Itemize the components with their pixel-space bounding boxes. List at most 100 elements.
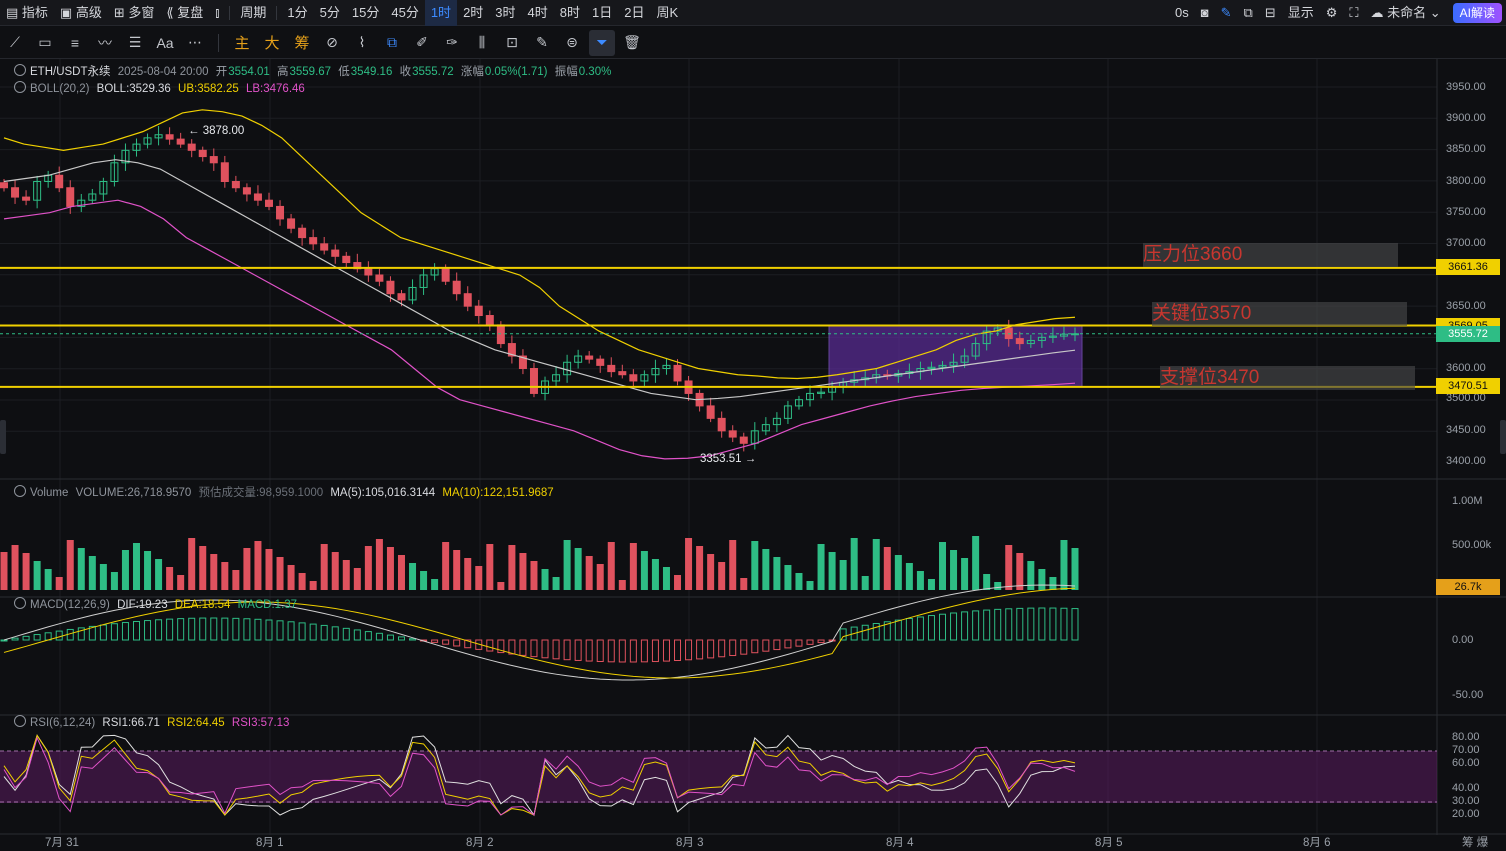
interval-4时[interactable]: 4时 <box>522 0 554 26</box>
chart-type-button[interactable]: ⫾ <box>209 0 225 26</box>
interval-1日[interactable]: 1日 <box>586 0 618 26</box>
macd-bar <box>287 621 295 641</box>
macd-bar <box>232 617 240 641</box>
pen-icon[interactable]: ✎ <box>1215 0 1238 26</box>
trendline-icon[interactable]: ⟋ <box>2 30 28 56</box>
volume-bar <box>1049 577 1057 590</box>
volume-bar <box>817 544 825 590</box>
interval-3时[interactable]: 3时 <box>489 0 521 26</box>
zone-support[interactable]: 支撑位3470 <box>1160 366 1415 390</box>
zone-pressure[interactable]: 压力位3660 <box>1143 243 1398 267</box>
volume-bar <box>88 556 96 590</box>
candle-body <box>22 196 31 201</box>
volume-bar <box>729 540 737 590</box>
eye-icon[interactable] <box>14 597 26 609</box>
candle-body <box>607 364 616 373</box>
popout-icon[interactable]: ⧉ <box>1238 0 1259 26</box>
candle-body <box>176 138 185 145</box>
text-icon[interactable]: Aa <box>152 30 178 56</box>
period-dropdown[interactable]: 周期 <box>234 0 272 26</box>
highlighter-icon[interactable]: ✑ <box>439 30 465 56</box>
settings-icon[interactable]: ⚙ <box>1320 0 1344 26</box>
right-scroll-handle[interactable] <box>1500 420 1506 454</box>
interval-8时[interactable]: 8时 <box>554 0 586 26</box>
multi-window-button[interactable]: ⊞ 多窗 <box>108 0 161 26</box>
macd-dea: DEA:18.54 <box>174 599 231 611</box>
volume-bar <box>342 560 350 590</box>
filter-icon[interactable]: ⏷ <box>589 29 615 56</box>
advanced-button[interactable]: ▣ 高级 <box>54 0 108 26</box>
volume-bar <box>199 546 207 590</box>
macd-bar <box>320 624 328 641</box>
chips-button[interactable]: 筹 <box>289 30 315 56</box>
interval-1时[interactable]: 1时 <box>424 0 458 26</box>
high-value: 3559.67 <box>289 66 332 78</box>
candle-body <box>287 218 296 229</box>
candle-body <box>596 358 605 366</box>
brush-icon[interactable]: ⌇ <box>349 30 375 56</box>
main-chip-button[interactable]: 主 <box>229 30 255 56</box>
volume-bar <box>508 545 516 590</box>
more-icon[interactable]: ⋯ <box>182 30 208 56</box>
rect-icon[interactable]: ▭ <box>32 30 58 56</box>
macd-bar <box>927 615 935 641</box>
interval-15分[interactable]: 15分 <box>346 0 385 26</box>
magnet-icon[interactable]: ⊜ <box>559 30 585 56</box>
camera-icon[interactable]: ◙ <box>1195 0 1215 26</box>
volume-bar <box>386 547 394 590</box>
pencil-icon[interactable]: ✐ <box>409 30 435 56</box>
interval-45分[interactable]: 45分 <box>385 0 424 26</box>
eye-icon[interactable] <box>14 715 26 727</box>
macd-bar <box>121 622 129 641</box>
replay-button[interactable]: ⟪ 复盘 <box>160 0 209 26</box>
volume-bar <box>397 555 405 590</box>
lock-icon[interactable]: ⊡ <box>499 30 525 56</box>
kline-icon[interactable]: ⫼ <box>469 30 495 56</box>
edit-icon[interactable]: ✎ <box>529 30 555 56</box>
candles <box>0 126 1079 452</box>
volume-bar <box>375 539 383 590</box>
eye-icon[interactable] <box>14 64 26 76</box>
eye-icon[interactable] <box>14 485 26 497</box>
measure-icon[interactable]: ⊘ <box>319 30 345 56</box>
macd-bar <box>397 636 405 641</box>
volume-bar <box>276 557 284 590</box>
interval-2时[interactable]: 2时 <box>457 0 489 26</box>
interval-1分[interactable]: 1分 <box>281 0 313 26</box>
volume-bar <box>1038 569 1046 590</box>
trash-icon[interactable]: 🗑 <box>619 30 645 56</box>
macd-bar <box>386 634 394 641</box>
interval-2日[interactable]: 2日 <box>618 0 650 26</box>
ruler-icon[interactable]: ⊟ <box>1259 0 1282 26</box>
rsi-axis-label: 20.00 <box>1452 808 1480 820</box>
amplitude-label: 振幅 <box>554 66 578 78</box>
interval-5分[interactable]: 5分 <box>314 0 346 26</box>
volume-bar <box>651 559 659 590</box>
volume-bar <box>232 570 240 590</box>
copy-icon[interactable]: ⧉ <box>379 30 405 56</box>
left-scroll-handle[interactable] <box>0 420 6 454</box>
low-annotation-value: 3353.51 <box>700 453 742 465</box>
boll-name: BOLL(20,2) <box>30 83 90 95</box>
large-order-button[interactable]: 大 <box>259 30 285 56</box>
axis-tools-label[interactable]: 筹 爆 <box>1462 834 1488 850</box>
menu-label: 复盘 <box>177 4 204 20</box>
layout-dropdown[interactable]: ☁ 未命名 ⌄ <box>1365 0 1447 26</box>
multi-window-icon: ⊞ <box>113 4 129 20</box>
macd-bar <box>519 639 527 656</box>
lines-icon[interactable]: ☰ <box>122 30 148 56</box>
display-button[interactable]: 显示 <box>1282 0 1320 26</box>
fib-icon[interactable]: ≡ <box>62 30 88 56</box>
eye-icon[interactable] <box>14 81 26 93</box>
zone-key[interactable]: 关键位3570 <box>1152 302 1407 326</box>
interval-周K[interactable]: 周K <box>650 0 684 26</box>
candle-body <box>629 374 638 382</box>
ai-interpret-button[interactable]: AI解读 <box>1452 3 1502 23</box>
wave-icon[interactable]: 〰 <box>92 30 118 56</box>
candle-body <box>231 181 240 189</box>
volume-bar <box>177 575 185 590</box>
fullscreen-icon[interactable]: ⛶ <box>1343 0 1364 26</box>
candle-body <box>342 255 351 264</box>
volume-bar <box>585 556 593 590</box>
indicators-button[interactable]: ▤ 指标 <box>0 0 54 26</box>
